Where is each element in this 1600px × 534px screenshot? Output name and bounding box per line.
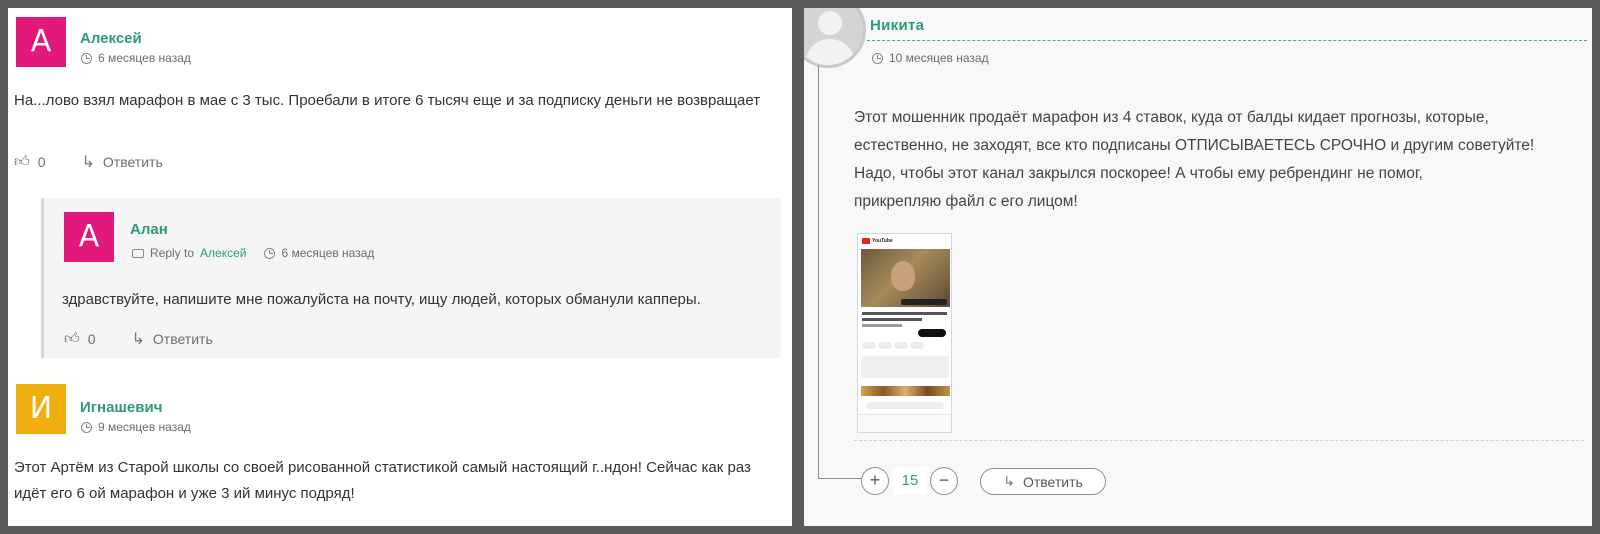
thread-line [818, 66, 819, 478]
nested-reply: А Алан Reply to Алексей 6 месяцев назад … [41, 198, 781, 358]
comment-time[interactable]: 6 месяцев назад [98, 51, 191, 65]
clock-icon [872, 52, 883, 64]
youtube-label: YouTube [872, 238, 893, 244]
attached-image[interactable]: YouTube [857, 233, 952, 433]
author-underline [867, 40, 1587, 41]
comment-meta: 10 месяцев назад [872, 51, 989, 65]
avatar: А [64, 212, 114, 262]
comment-time[interactable]: 9 месяцев назад [98, 420, 191, 434]
youtube-header: YouTube [858, 234, 951, 248]
comment-author[interactable]: Никита [870, 17, 924, 34]
comment-meta: 6 месяцев назад [81, 51, 191, 65]
default-avatar-icon [804, 8, 866, 68]
upvote-button[interactable]: + [861, 467, 889, 495]
reply-to-link[interactable]: Алексей [200, 246, 246, 260]
comment-time[interactable]: 6 месяцев назад [281, 246, 374, 260]
left-comments-panel: А Алексей 6 месяцев назад На...лово взял… [8, 8, 792, 526]
reply-to-prefix: Reply to [150, 246, 195, 260]
thumbs-up-icon[interactable]: 👍︎ [14, 153, 30, 171]
thumbs-up-icon[interactable]: 👍︎ [64, 330, 80, 348]
reply-label: Ответить [1022, 473, 1083, 490]
comment-actions: 👍︎ 0 ↳ Ответить [14, 152, 163, 172]
comment-line: Надо, чтобы этот канал закрылся поскорее… [854, 165, 1423, 182]
downvote-button[interactable]: − [930, 467, 958, 495]
comment-text: Этот мошенник продаёт марафон из 4 ставо… [854, 104, 1584, 216]
video-frame [861, 249, 950, 307]
avatar: И [16, 384, 66, 434]
comment-meta: 9 месяцев назад [81, 420, 191, 434]
youtube-logo-icon [862, 238, 870, 244]
comment-time[interactable]: 10 месяцев назад [889, 51, 989, 65]
clock-icon [81, 421, 92, 433]
reply-arrow-icon: ↳ [1003, 473, 1015, 489]
reply-arrow-icon[interactable]: ↳ [81, 152, 94, 172]
comment-line: прикрепляю файл с его лицом! [854, 193, 1078, 210]
clock-icon [81, 52, 92, 64]
comment-author[interactable]: Игнашевич [80, 399, 162, 416]
comment-text: На...лово взял марафон в мае с 3 тыс. Пр… [14, 92, 761, 109]
comment-separator [854, 440, 1584, 441]
comment-line: Этот мошенник продаёт марафон из 4 ставо… [854, 109, 1489, 126]
comment-line: естественно, не заходят, все кто подписа… [854, 137, 1535, 154]
right-comment-panel: Никита 10 месяцев назад Этот мошенник пр… [804, 8, 1592, 526]
reply-button[interactable]: Ответить [103, 154, 163, 170]
like-count: 0 [87, 331, 96, 347]
comment-author[interactable]: Алексей [80, 30, 142, 47]
avatar: А [16, 17, 66, 67]
chat-bubble-icon [132, 248, 144, 258]
comment-text: здравствуйте, напишите мне пожалуйста на… [62, 291, 701, 308]
clock-icon [264, 247, 276, 259]
vote-count: 15 [893, 467, 927, 495]
comment-actions: 👍︎ 0 ↳ Ответить [64, 329, 213, 349]
comment-author[interactable]: Алан [130, 221, 168, 238]
reply-arrow-icon[interactable]: ↳ [131, 329, 144, 349]
reply-button[interactable]: ↳ Ответить [980, 468, 1106, 495]
comment-meta: Reply to Алексей 6 месяцев назад [132, 246, 374, 260]
reply-button[interactable]: Ответить [153, 331, 213, 347]
comment-text: Этот Артём из Старой школы со своей рисо… [14, 459, 751, 502]
like-count: 0 [37, 154, 46, 170]
